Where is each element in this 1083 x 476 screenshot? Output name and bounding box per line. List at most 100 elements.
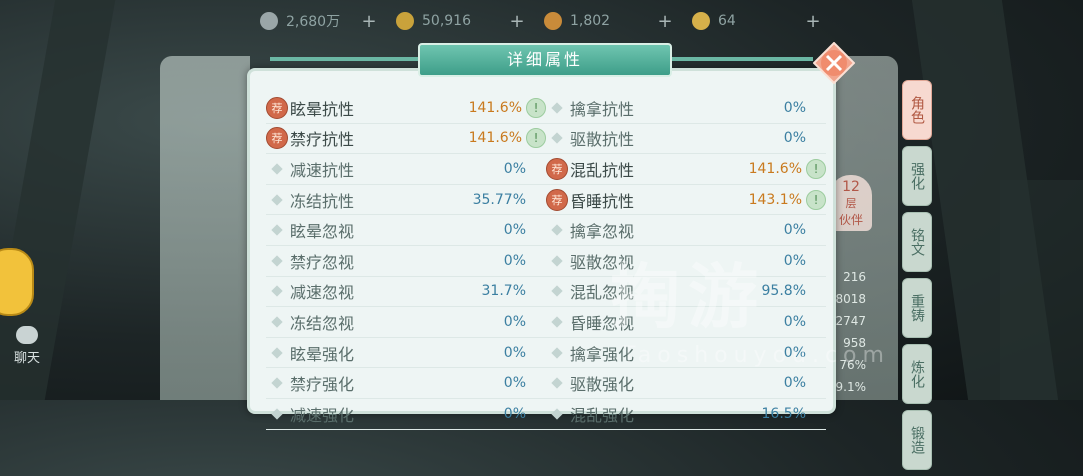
recommend-badge: 荐 — [546, 157, 568, 180]
attribute-row: 禁疗强化 0% 驱散强化 0% — [266, 368, 826, 399]
tab-4[interactable]: 炼化 — [902, 344, 932, 404]
add-resource-button[interactable]: + — [360, 11, 378, 32]
attribute-cell: 擒拿忽视 0% — [546, 215, 826, 245]
resource-item: 2,680万 + — [260, 11, 378, 32]
attribute-cell: 禁疗忽视 0% — [266, 246, 546, 276]
tab-5[interactable]: 锻造 — [902, 410, 932, 470]
recommend-badge-icon: 荐 — [266, 127, 288, 150]
attribute-value: 0% — [503, 344, 526, 361]
recommend-badge-icon: 荐 — [266, 96, 288, 119]
attribute-value: 95.8% — [761, 283, 806, 300]
diamond-bullet-icon — [546, 280, 568, 302]
attribute-cell: 眩晕忽视 0% — [266, 215, 546, 245]
attribute-value: 141.6% — [468, 130, 522, 147]
recommend-badge: 荐 — [266, 96, 288, 119]
attribute-value: 0% — [783, 130, 806, 147]
attribute-name: 冻结忽视 — [290, 313, 355, 333]
tab-0[interactable]: 角色 — [902, 80, 932, 140]
attribute-name: 眩晕强化 — [290, 344, 355, 364]
attribute-cell: 混乱强化 16.5% — [546, 399, 826, 429]
attribute-value: 0% — [503, 222, 526, 239]
attribute-value: 0% — [783, 252, 806, 269]
attribute-cell: 荐昏睡抗性 143.1%! — [546, 185, 826, 215]
recommend-badge-icon: 荐 — [546, 188, 568, 211]
info-icon[interactable]: ! — [806, 189, 826, 210]
attribute-name: 禁疗抗性 — [290, 130, 355, 150]
recommend-badge: 荐 — [266, 127, 288, 150]
info-icon[interactable]: ! — [526, 97, 546, 118]
diamond-bullet-icon — [546, 219, 568, 241]
tab-1[interactable]: 强化 — [902, 146, 932, 206]
tab-2[interactable]: 铭文 — [902, 212, 932, 272]
attribute-cell: 冻结抗性 35.77% — [266, 185, 546, 215]
attribute-row: 冻结抗性 35.77% 荐昏睡抗性 143.1%! — [266, 185, 826, 216]
attribute-value: 0% — [783, 222, 806, 239]
resource-bar: 2,680万 +50,916 +1,802 +64 + — [260, 8, 822, 34]
silver-coin-icon — [260, 12, 278, 30]
title-ornament-right — [663, 57, 813, 61]
attribute-value: 0% — [503, 313, 526, 330]
add-resource-button[interactable]: + — [656, 11, 674, 32]
attribute-cell: 驱散强化 0% — [546, 368, 826, 398]
partner-label: 伙伴 — [838, 213, 863, 227]
attribute-name: 昏睡抗性 — [570, 191, 635, 211]
attribute-row: 禁疗忽视 0% 驱散忽视 0% — [266, 246, 826, 277]
attribute-value: 141.6% — [468, 99, 522, 116]
attribute-row: 荐禁疗抗性 141.6%! 驱散抗性 0% — [266, 124, 826, 155]
attribute-name: 驱散强化 — [570, 375, 635, 395]
attribute-value: 31.7% — [481, 283, 526, 300]
close-icon[interactable] — [813, 42, 855, 84]
chat-label: 聊天 — [14, 351, 41, 366]
attribute-value: 141.6% — [748, 160, 802, 177]
attribute-cell: 混乱忽视 95.8% — [546, 277, 826, 307]
attribute-cell: 减速抗性 0% — [266, 154, 546, 184]
gold-coin-icon — [396, 12, 414, 30]
diamond-bullet-icon — [546, 372, 568, 394]
attribute-name: 擒拿忽视 — [570, 222, 635, 242]
add-resource-button[interactable]: + — [508, 11, 526, 32]
resource-value: 1,802 — [570, 13, 611, 29]
info-icon[interactable]: ! — [526, 128, 546, 149]
attribute-value: 143.1% — [748, 191, 802, 208]
resource-value: 50,916 — [422, 13, 471, 29]
attribute-name: 冻结抗性 — [290, 191, 355, 211]
diamond-bullet-icon — [546, 342, 568, 364]
add-resource-button[interactable]: + — [804, 11, 822, 32]
chat-button[interactable]: 聊天 — [14, 326, 40, 366]
diamond-bullet-icon — [546, 311, 568, 333]
attribute-value: 0% — [503, 252, 526, 269]
diamond-bullet-icon — [266, 372, 288, 394]
attribute-name: 减速强化 — [290, 405, 355, 425]
treasure-icon — [544, 12, 562, 30]
attribute-cell: 荐禁疗抗性 141.6%! — [266, 124, 546, 154]
side-tabs: 角色 强化 铭文 重铸 炼化 锻造 — [902, 80, 932, 476]
diamond-bullet-icon — [266, 342, 288, 364]
diamond-bullet-icon — [266, 158, 288, 180]
attribute-name: 减速抗性 — [290, 160, 355, 180]
diamond-bullet-icon — [266, 280, 288, 302]
attribute-cell: 减速强化 0% — [266, 399, 546, 429]
tab-3[interactable]: 重铸 — [902, 278, 932, 338]
diamond-bullet-icon — [266, 189, 288, 211]
resource-item: 50,916 + — [396, 11, 526, 32]
attribute-name: 混乱抗性 — [570, 160, 635, 180]
attribute-value: 0% — [503, 405, 526, 422]
attribute-table: 荐眩晕抗性 141.6%! 擒拿抗性 0% 荐禁疗抗性 141.6%! 驱散抗性 0% 减速抗性… — [266, 93, 826, 430]
info-icon[interactable]: ! — [806, 158, 826, 179]
equipment-panel — [160, 56, 250, 400]
partner-badge[interactable]: 12 层 伙伴 — [830, 175, 872, 231]
attribute-value: 0% — [783, 375, 806, 392]
resource-value: 64 — [718, 13, 736, 29]
attribute-value: 0% — [783, 344, 806, 361]
attribute-row: 减速抗性 0% 荐混乱抗性 141.6%! — [266, 154, 826, 185]
attribute-name: 禁疗强化 — [290, 375, 355, 395]
attribute-cell: 禁疗强化 0% — [266, 368, 546, 398]
attribute-row: 荐眩晕抗性 141.6%! 擒拿抗性 0% — [266, 93, 826, 124]
diamond-bullet-icon — [266, 403, 288, 425]
floating-menu-icon[interactable] — [0, 248, 34, 316]
attribute-name: 擒拿抗性 — [570, 99, 635, 119]
resource-value: 2,680万 — [286, 14, 341, 30]
attribute-row: 减速强化 0% 混乱强化 16.5% — [266, 399, 826, 430]
chat-bubble-icon — [16, 326, 38, 344]
attribute-cell: 冻结忽视 0% — [266, 307, 546, 337]
